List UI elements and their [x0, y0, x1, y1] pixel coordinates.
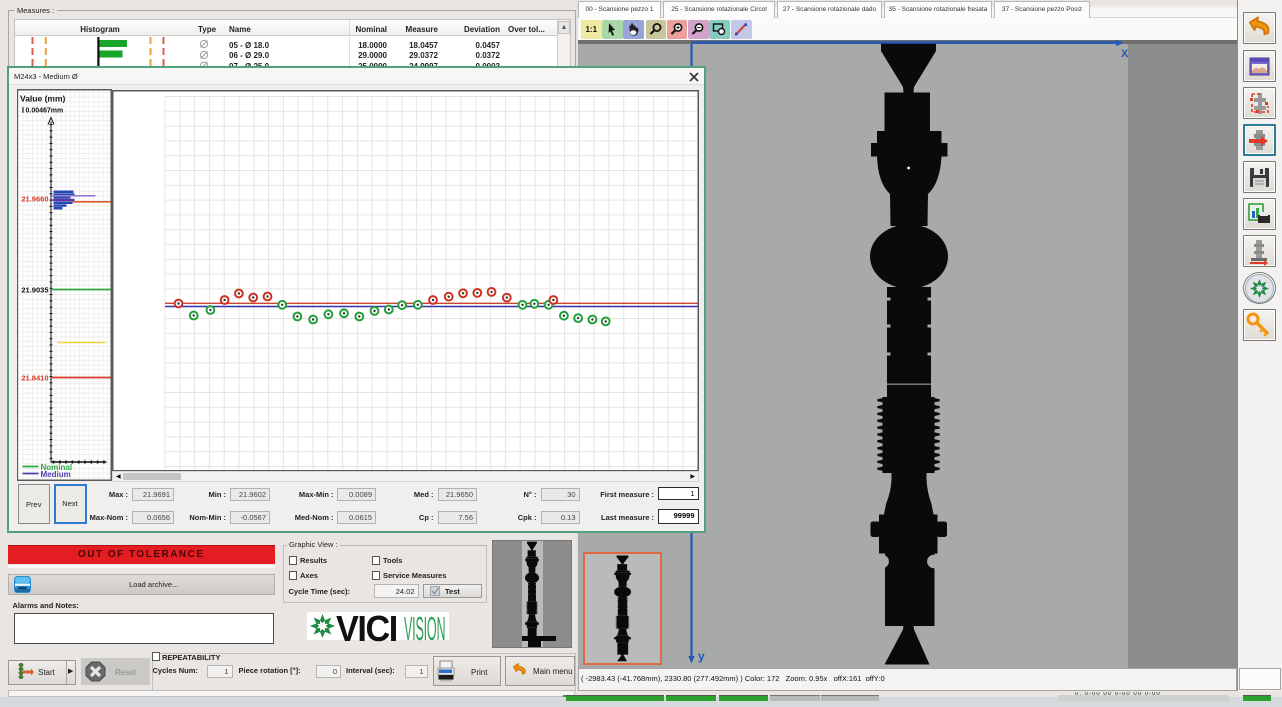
svg-text:Value (mm): Value (mm): [20, 93, 66, 103]
svg-text:21.9035: 21.9035: [21, 285, 48, 294]
svg-text:Medium: Medium: [40, 470, 70, 479]
svg-text:I: I: [21, 105, 24, 114]
svg-text:0.00467mm: 0.00467mm: [25, 107, 63, 114]
svg-text:21.9660: 21.9660: [21, 194, 48, 203]
svg-text:21.8410: 21.8410: [21, 373, 48, 382]
svg-text:y: y: [698, 649, 705, 663]
svg-text:X: X: [1121, 48, 1129, 60]
